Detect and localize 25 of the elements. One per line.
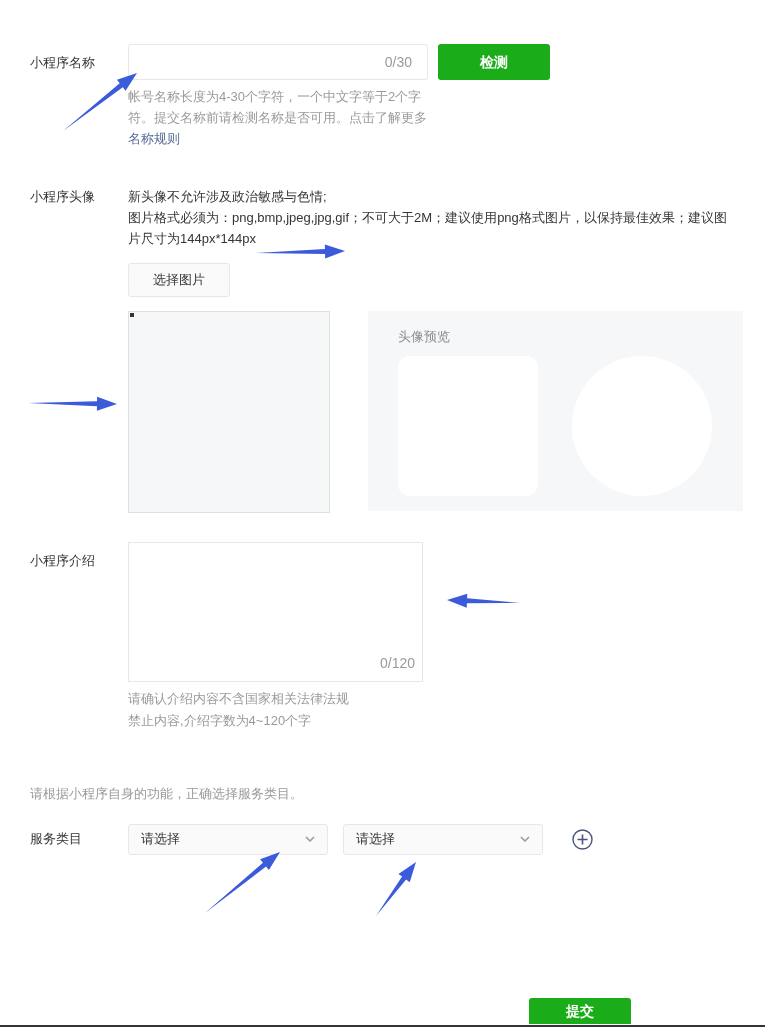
intro-text-area[interactable]: 0/120: [128, 542, 423, 682]
add-icon[interactable]: [572, 828, 593, 850]
intro-hint: 请确认介绍内容不含国家相关法律法规: [128, 690, 350, 708]
crop-handle-icon: [130, 313, 134, 317]
annotation-arrow-icon: [376, 862, 416, 916]
intro-hint: 禁止内容,介绍字数为4~120个字: [128, 712, 313, 730]
field-label: 小程序头像: [30, 188, 95, 206]
character-counter: 0/30: [384, 52, 412, 72]
category-select[interactable]: 请选择: [343, 823, 543, 855]
character-counter: 0/120: [379, 654, 415, 673]
field-label: 服务类目: [29, 830, 83, 849]
chevron-down-icon: [520, 836, 530, 842]
check-button[interactable]: 检测: [438, 44, 550, 80]
submit-button[interactable]: 提交: [529, 998, 631, 1024]
category-tip: 请根据小程序自身的功能，正确选择服务类目。: [29, 785, 304, 803]
field-label: 小程序介绍: [30, 552, 95, 570]
category-select[interactable]: 请选择: [128, 823, 328, 855]
chevron-down-icon: [305, 836, 315, 842]
avatar-note: 图片格式必须为：png,bmp,jpeg,jpg,gif；不可大于2M；建议使用png格式图片，以保持最佳效果；建议图片尺寸为144px*144px: [128, 209, 728, 248]
avatar-note: 新头像不允许涉及政治敏感与色情;: [128, 188, 328, 206]
preview-title: 头像预览: [398, 328, 451, 346]
field-label: 小程序名称: [30, 54, 95, 72]
name-input-field[interactable]: 0/30: [128, 44, 428, 80]
choose-image-button[interactable]: 选择图片: [128, 263, 230, 297]
name-rules-link[interactable]: 名称规则: [128, 131, 180, 146]
